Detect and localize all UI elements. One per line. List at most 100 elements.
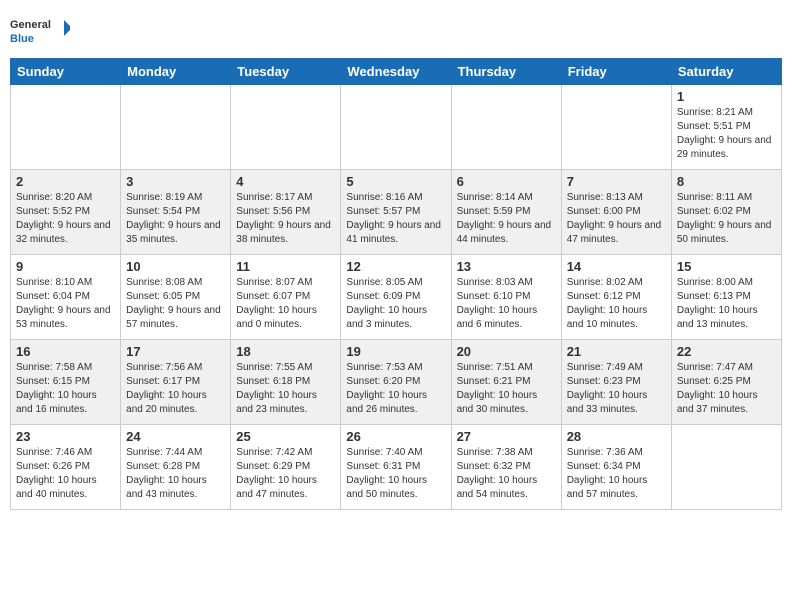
- calendar-cell: [341, 85, 451, 170]
- day-number: 28: [567, 429, 666, 444]
- day-info: Sunrise: 7:49 AM Sunset: 6:23 PM Dayligh…: [567, 361, 666, 417]
- day-info: Sunrise: 7:51 AM Sunset: 6:21 PM Dayligh…: [457, 361, 556, 417]
- calendar-cell: [121, 85, 231, 170]
- calendar-cell: 11 Sunrise: 8:07 AM Sunset: 6:07 PM Dayli…: [231, 255, 341, 340]
- day-info: Sunrise: 7:44 AM Sunset: 6:28 PM Dayligh…: [126, 446, 225, 502]
- day-number: 23: [16, 429, 115, 444]
- day-info: Sunrise: 7:46 AM Sunset: 6:26 PM Dayligh…: [16, 446, 115, 502]
- calendar-cell: [451, 85, 561, 170]
- calendar-cell: 25 Sunrise: 7:42 AM Sunset: 6:29 PM Dayli…: [231, 425, 341, 510]
- day-number: 9: [16, 259, 115, 274]
- calendar-header-row: SundayMondayTuesdayWednesdayThursdayFrid…: [11, 59, 782, 85]
- day-number: 25: [236, 429, 335, 444]
- calendar-cell: 2Sunrise: 8:20 AM Sunset: 5:52 PM Daylig…: [11, 170, 121, 255]
- day-number: 22: [677, 344, 776, 359]
- day-info: Sunrise: 8:19 AM Sunset: 5:54 PM Dayligh…: [126, 191, 225, 247]
- calendar-cell: 24 Sunrise: 7:44 AM Sunset: 6:28 PM Dayli…: [121, 425, 231, 510]
- day-number: 4: [236, 174, 335, 189]
- calendar-week-row: 9 Sunrise: 8:10 AM Sunset: 6:04 PM Daylig…: [11, 255, 782, 340]
- calendar-cell: 3 Sunrise: 8:19 AM Sunset: 5:54 PM Daylig…: [121, 170, 231, 255]
- calendar-week-row: 23 Sunrise: 7:46 AM Sunset: 6:26 PM Dayli…: [11, 425, 782, 510]
- calendar-cell: [561, 85, 671, 170]
- day-number: 1: [677, 89, 776, 104]
- day-number: 13: [457, 259, 556, 274]
- day-number: 5: [346, 174, 445, 189]
- calendar-table: SundayMondayTuesdayWednesdayThursdayFrid…: [10, 58, 782, 510]
- column-header-friday: Friday: [561, 59, 671, 85]
- page-header: General Blue: [10, 10, 782, 50]
- calendar-cell: 6Sunrise: 8:14 AM Sunset: 5:59 PM Daylig…: [451, 170, 561, 255]
- day-info: Sunrise: 8:03 AM Sunset: 6:10 PM Dayligh…: [457, 276, 556, 332]
- calendar-cell: 27 Sunrise: 7:38 AM Sunset: 6:32 PM Dayli…: [451, 425, 561, 510]
- day-info: Sunrise: 8:02 AM Sunset: 6:12 PM Dayligh…: [567, 276, 666, 332]
- day-info: Sunrise: 8:14 AM Sunset: 5:59 PM Dayligh…: [457, 191, 556, 247]
- day-info: Sunrise: 8:08 AM Sunset: 6:05 PM Dayligh…: [126, 276, 225, 332]
- day-number: 7: [567, 174, 666, 189]
- calendar-week-row: 1Sunrise: 8:21 AM Sunset: 5:51 PM Daylig…: [11, 85, 782, 170]
- calendar-cell: 9 Sunrise: 8:10 AM Sunset: 6:04 PM Daylig…: [11, 255, 121, 340]
- column-header-monday: Monday: [121, 59, 231, 85]
- calendar-week-row: 2Sunrise: 8:20 AM Sunset: 5:52 PM Daylig…: [11, 170, 782, 255]
- day-number: 26: [346, 429, 445, 444]
- day-info: Sunrise: 7:47 AM Sunset: 6:25 PM Dayligh…: [677, 361, 776, 417]
- calendar-cell: [11, 85, 121, 170]
- day-info: Sunrise: 7:40 AM Sunset: 6:31 PM Dayligh…: [346, 446, 445, 502]
- calendar-cell: 1Sunrise: 8:21 AM Sunset: 5:51 PM Daylig…: [671, 85, 781, 170]
- day-number: 3: [126, 174, 225, 189]
- day-info: Sunrise: 8:05 AM Sunset: 6:09 PM Dayligh…: [346, 276, 445, 332]
- calendar-cell: 14 Sunrise: 8:02 AM Sunset: 6:12 PM Dayli…: [561, 255, 671, 340]
- day-number: 17: [126, 344, 225, 359]
- day-info: Sunrise: 8:17 AM Sunset: 5:56 PM Dayligh…: [236, 191, 335, 247]
- calendar-cell: 15 Sunrise: 8:00 AM Sunset: 6:13 PM Dayli…: [671, 255, 781, 340]
- day-number: 27: [457, 429, 556, 444]
- svg-text:General: General: [10, 19, 51, 31]
- logo-svg: General Blue: [10, 10, 70, 50]
- day-number: 12: [346, 259, 445, 274]
- column-header-sunday: Sunday: [11, 59, 121, 85]
- calendar-cell: 10 Sunrise: 8:08 AM Sunset: 6:05 PM Dayli…: [121, 255, 231, 340]
- day-info: Sunrise: 8:10 AM Sunset: 6:04 PM Dayligh…: [16, 276, 115, 332]
- day-info: Sunrise: 8:11 AM Sunset: 6:02 PM Dayligh…: [677, 191, 776, 247]
- day-number: 24: [126, 429, 225, 444]
- calendar-cell: 16 Sunrise: 7:58 AM Sunset: 6:15 PM Dayli…: [11, 340, 121, 425]
- calendar-cell: 19Sunrise: 7:53 AM Sunset: 6:20 PM Dayli…: [341, 340, 451, 425]
- day-info: Sunrise: 8:20 AM Sunset: 5:52 PM Dayligh…: [16, 191, 115, 247]
- day-info: Sunrise: 7:42 AM Sunset: 6:29 PM Dayligh…: [236, 446, 335, 502]
- day-number: 16: [16, 344, 115, 359]
- day-number: 18: [236, 344, 335, 359]
- day-number: 10: [126, 259, 225, 274]
- calendar-cell: 5 Sunrise: 8:16 AM Sunset: 5:57 PM Daylig…: [341, 170, 451, 255]
- day-number: 20: [457, 344, 556, 359]
- day-info: Sunrise: 7:58 AM Sunset: 6:15 PM Dayligh…: [16, 361, 115, 417]
- day-info: Sunrise: 8:00 AM Sunset: 6:13 PM Dayligh…: [677, 276, 776, 332]
- calendar-cell: 22 Sunrise: 7:47 AM Sunset: 6:25 PM Dayli…: [671, 340, 781, 425]
- calendar-cell: 20 Sunrise: 7:51 AM Sunset: 6:21 PM Dayli…: [451, 340, 561, 425]
- calendar-cell: [671, 425, 781, 510]
- calendar-week-row: 16 Sunrise: 7:58 AM Sunset: 6:15 PM Dayli…: [11, 340, 782, 425]
- column-header-wednesday: Wednesday: [341, 59, 451, 85]
- day-info: Sunrise: 8:13 AM Sunset: 6:00 PM Dayligh…: [567, 191, 666, 247]
- day-info: Sunrise: 7:55 AM Sunset: 6:18 PM Dayligh…: [236, 361, 335, 417]
- day-number: 8: [677, 174, 776, 189]
- calendar-cell: 18 Sunrise: 7:55 AM Sunset: 6:18 PM Dayli…: [231, 340, 341, 425]
- column-header-saturday: Saturday: [671, 59, 781, 85]
- day-info: Sunrise: 8:07 AM Sunset: 6:07 PM Dayligh…: [236, 276, 335, 332]
- column-header-thursday: Thursday: [451, 59, 561, 85]
- calendar-cell: 26 Sunrise: 7:40 AM Sunset: 6:31 PM Dayli…: [341, 425, 451, 510]
- calendar-cell: 17 Sunrise: 7:56 AM Sunset: 6:17 PM Dayli…: [121, 340, 231, 425]
- svg-text:Blue: Blue: [10, 33, 34, 45]
- calendar-cell: 23 Sunrise: 7:46 AM Sunset: 6:26 PM Dayli…: [11, 425, 121, 510]
- calendar-cell: 13 Sunrise: 8:03 AM Sunset: 6:10 PM Dayli…: [451, 255, 561, 340]
- day-number: 15: [677, 259, 776, 274]
- day-info: Sunrise: 7:56 AM Sunset: 6:17 PM Dayligh…: [126, 361, 225, 417]
- day-info: Sunrise: 8:16 AM Sunset: 5:57 PM Dayligh…: [346, 191, 445, 247]
- day-number: 11: [236, 259, 335, 274]
- calendar-cell: 21Sunrise: 7:49 AM Sunset: 6:23 PM Dayli…: [561, 340, 671, 425]
- calendar-cell: [231, 85, 341, 170]
- calendar-cell: 7 Sunrise: 8:13 AM Sunset: 6:00 PM Daylig…: [561, 170, 671, 255]
- day-info: Sunrise: 7:53 AM Sunset: 6:20 PM Dayligh…: [346, 361, 445, 417]
- day-number: 14: [567, 259, 666, 274]
- calendar-cell: 28Sunrise: 7:36 AM Sunset: 6:34 PM Dayli…: [561, 425, 671, 510]
- calendar-cell: 12 Sunrise: 8:05 AM Sunset: 6:09 PM Dayli…: [341, 255, 451, 340]
- day-info: Sunrise: 7:38 AM Sunset: 6:32 PM Dayligh…: [457, 446, 556, 502]
